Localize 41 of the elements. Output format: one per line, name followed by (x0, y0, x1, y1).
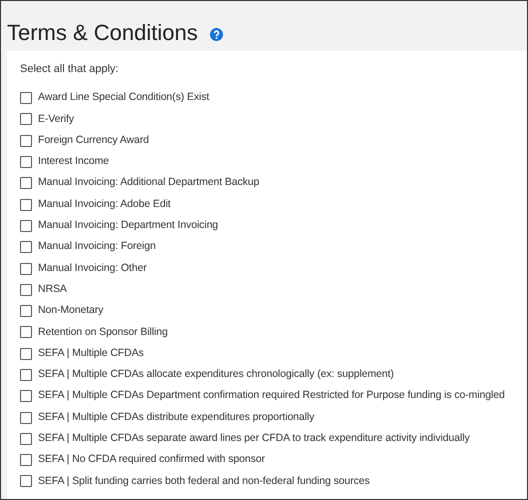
checkbox[interactable] (20, 305, 32, 318)
option-label: SEFA | Multiple CFDAs (38, 346, 144, 361)
checkbox[interactable] (20, 262, 32, 275)
checkbox[interactable] (20, 220, 32, 232)
page-title: Terms & Conditions (7, 18, 198, 46)
option-label: SEFA | Multiple CFDAs allocate expenditures chronologically (ex: supplement) (38, 367, 394, 382)
checkbox[interactable] (20, 177, 32, 190)
option-label: SEFA | Split funding carries both federal and non-federal funding sources (38, 474, 370, 489)
checkbox[interactable] (20, 390, 32, 402)
option-label: SEFA | Multiple CFDAs Department confirmation required Restricted for Purpose funding is co-mingled (38, 388, 505, 404)
checkbox[interactable] (20, 156, 32, 168)
option-label: Non-Monetary (38, 303, 104, 318)
option-label: E-Verify (38, 112, 74, 127)
checkbox[interactable] (20, 134, 32, 147)
checkbox[interactable] (20, 92, 32, 104)
checkbox[interactable] (20, 369, 32, 381)
checkbox[interactable] (20, 412, 32, 424)
option-label: Manual Invoicing: Adobe Edit (38, 196, 171, 212)
instruction-text: Select all that apply: (20, 62, 120, 77)
checkbox[interactable] (20, 326, 32, 338)
checkbox[interactable] (20, 432, 32, 445)
option-label: SEFA | No CFDA required confirmed with sponsor (38, 452, 265, 468)
checkbox[interactable] (20, 454, 32, 466)
option-label: SEFA | Multiple CFDAs separate award lines per CFDA to track expenditure activity individually (38, 431, 470, 446)
checkbox[interactable] (20, 113, 32, 126)
checkbox[interactable] (20, 284, 32, 296)
checkbox[interactable] (20, 475, 32, 488)
option-label: Manual Invoicing: Other (38, 260, 147, 276)
option-label: Award Line Special Condition(s) Exist (38, 90, 210, 106)
checkbox[interactable] (20, 348, 32, 360)
checkbox[interactable] (20, 198, 32, 211)
checkbox[interactable] (20, 241, 32, 254)
option-label: Manual Invoicing: Additional Department Backup (38, 175, 260, 190)
option-label: Interest Income (38, 154, 109, 170)
help-icon[interactable] (210, 28, 223, 40)
option-label: SEFA | Multiple CFDAs distribute expenditures proportionally (38, 410, 314, 425)
option-label: Manual Invoicing: Department Invoicing (38, 218, 218, 234)
option-label: Foreign Currency Award (38, 132, 149, 148)
option-label: Manual Invoicing: Foreign (38, 239, 156, 254)
option-label: NRSA (38, 282, 67, 297)
option-label: Retention on Sponsor Billing (38, 324, 168, 340)
